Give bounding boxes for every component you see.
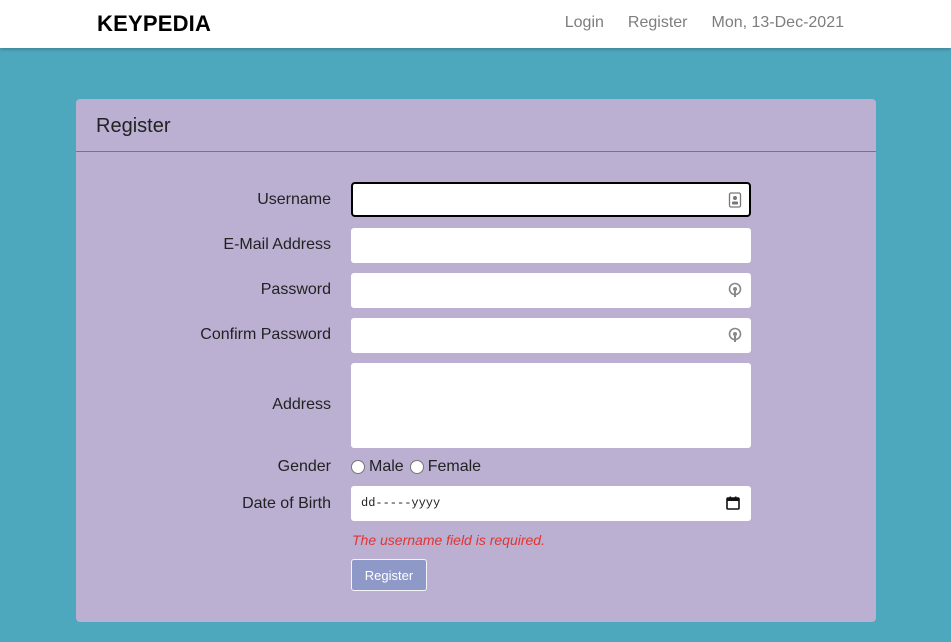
- card-title: Register: [96, 115, 171, 137]
- dob-label: Date of Birth: [242, 495, 331, 512]
- dob-field[interactable]: dd-----yyyy: [351, 486, 751, 521]
- register-submit-button[interactable]: Register: [351, 559, 427, 591]
- gender-male-radio[interactable]: [351, 460, 365, 474]
- address-textarea[interactable]: [351, 363, 751, 448]
- brand-logo[interactable]: KEYPEDIA: [97, 11, 211, 37]
- dob-placeholder[interactable]: dd-----yyyy: [361, 496, 440, 510]
- password-field[interactable]: [351, 273, 751, 308]
- confirm-password-field[interactable]: [351, 318, 751, 353]
- confirm-password-input[interactable]: [351, 318, 751, 353]
- username-error-message: The username field is required.: [352, 532, 545, 548]
- email-label: E-Mail Address: [223, 236, 331, 253]
- gender-radio-group: Male Female: [351, 458, 487, 476]
- card-header: Register: [76, 99, 876, 152]
- password-key-icon[interactable]: [728, 327, 742, 343]
- username-field[interactable]: [351, 182, 751, 217]
- password-label: Password: [260, 281, 331, 298]
- gender-male-label[interactable]: Male: [369, 458, 404, 476]
- nav-register-link[interactable]: Register: [628, 14, 688, 32]
- current-date: Mon, 13-Dec-2021: [711, 14, 844, 31]
- confirm-password-label: Confirm Password: [200, 326, 331, 343]
- navbar: KEYPEDIA Login Register Mon, 13-Dec-2021: [0, 0, 951, 48]
- email-input[interactable]: [351, 228, 751, 263]
- username-input[interactable]: [353, 184, 749, 215]
- address-label: Address: [272, 396, 331, 413]
- password-key-icon[interactable]: [728, 282, 742, 298]
- email-field[interactable]: [351, 228, 751, 263]
- nav-login-link[interactable]: Login: [565, 14, 604, 32]
- nav-links: Login Register Mon, 13-Dec-2021: [565, 14, 844, 32]
- username-label: Username: [257, 191, 331, 208]
- gender-label: Gender: [277, 458, 331, 475]
- gender-female-radio[interactable]: [409, 460, 424, 474]
- gender-female-label[interactable]: Female: [428, 458, 481, 476]
- register-card: Register Username E-Mail Address Passwor…: [76, 99, 876, 622]
- contact-card-icon[interactable]: [728, 192, 742, 208]
- calendar-icon[interactable]: [726, 496, 740, 510]
- password-input[interactable]: [351, 273, 751, 308]
